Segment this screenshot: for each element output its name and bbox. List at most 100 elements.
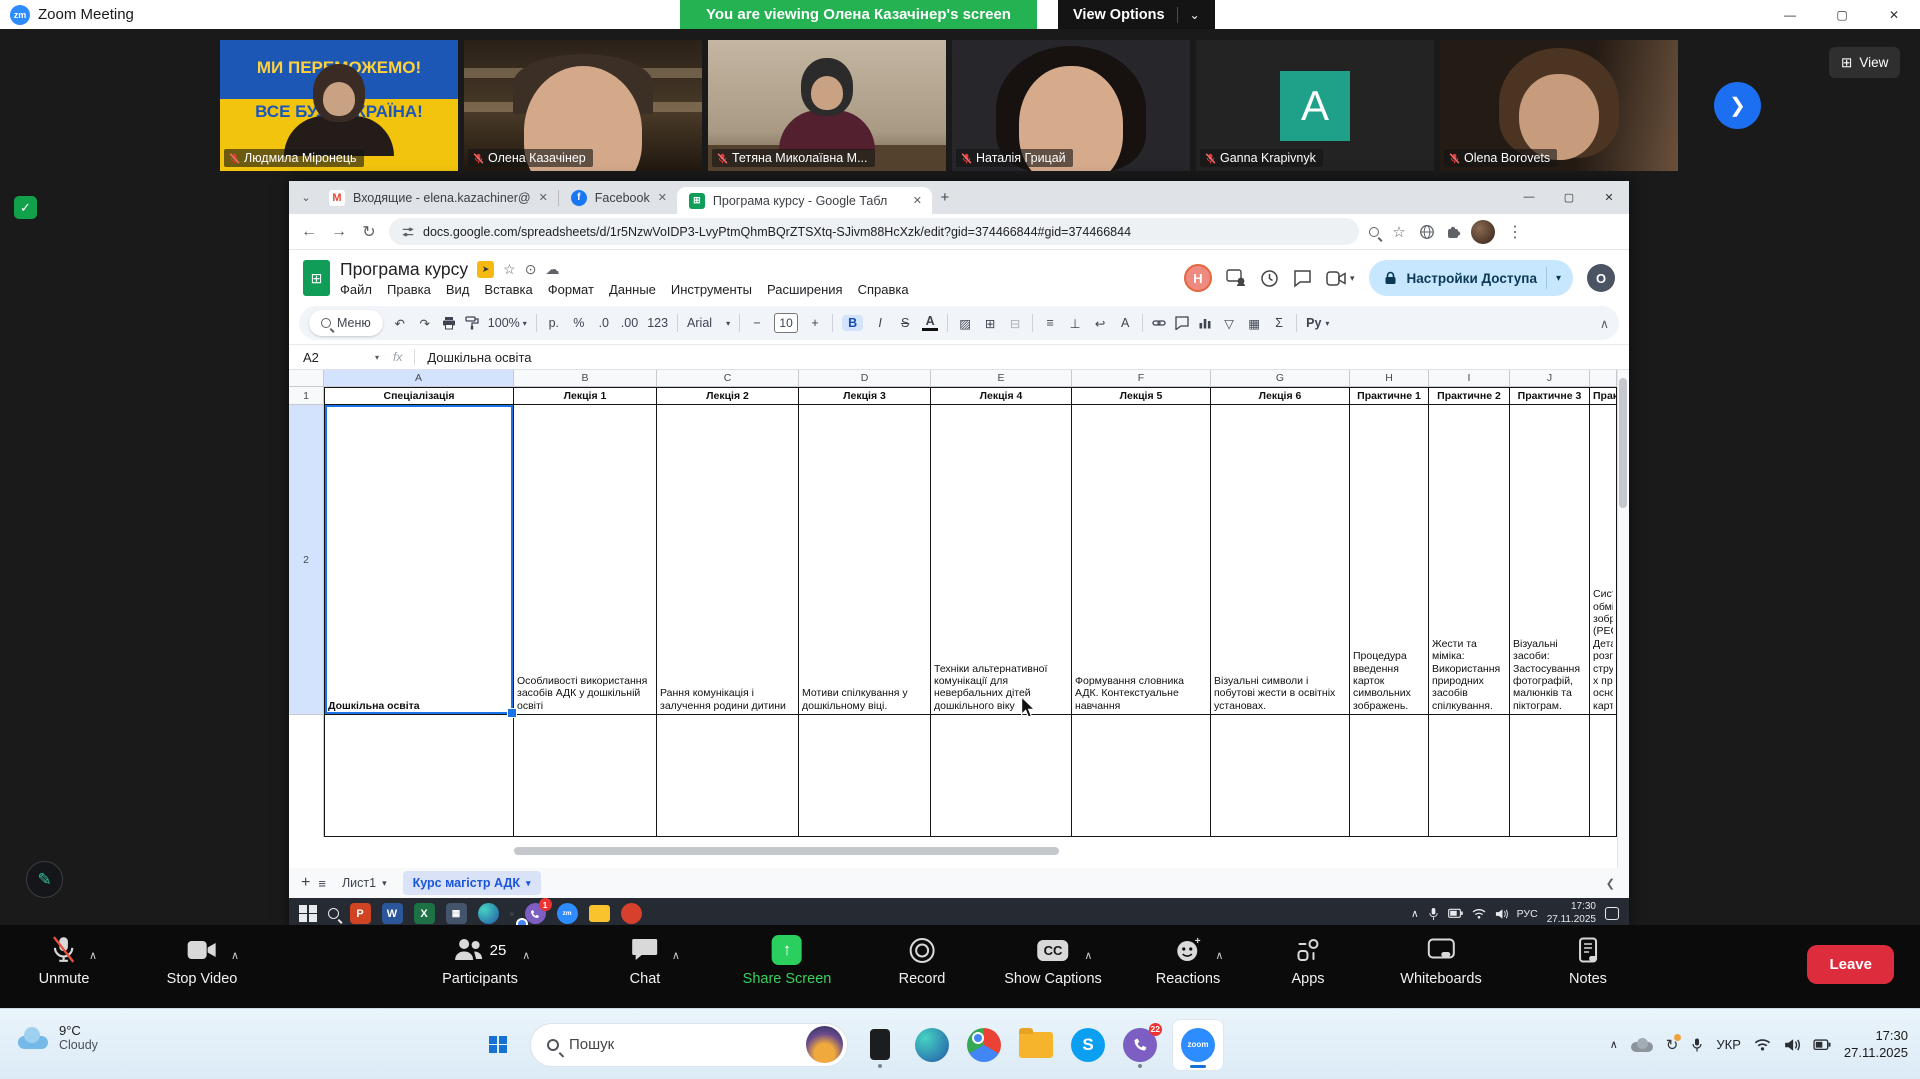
cell-F2[interactable]: Формування словника АДК. Контекстуальне … [1072,405,1211,715]
apps-button[interactable]: Apps [1291,935,1324,987]
browser-close-button[interactable]: ✕ [1589,191,1629,204]
cell-H1[interactable]: Практичне 1 [1350,387,1429,405]
mic-tray-icon[interactable] [1428,907,1439,921]
sync-update-icon[interactable]: ↻ [1666,1036,1679,1054]
chat-button[interactable]: ∧ Chat [630,935,661,987]
extensions-icon[interactable] [1445,224,1461,240]
functions-button[interactable]: Σ [1271,316,1287,330]
host-clock[interactable]: 17:30 27.11.2025 [1844,1028,1908,1062]
redo-button[interactable]: ↷ [417,316,433,331]
cell-A2-selected[interactable]: Дошкільна освіта [324,405,514,715]
cell-G1[interactable]: Лекція 6 [1211,387,1350,405]
version-history-icon[interactable] [1260,269,1279,288]
sheet-tab-list1[interactable]: Лист1 ▾ [334,876,395,890]
comments-icon[interactable] [1293,269,1312,288]
column-header-D[interactable]: D [799,370,931,387]
decrease-font-size-button[interactable]: − [749,316,765,330]
cell-K2-clipped[interactable]: Систе обмін зобра (PECS Детал розгл стру… [1590,405,1617,715]
edge-taskbar-icon[interactable] [912,1021,952,1069]
participant-video-6[interactable]: Olena Borovets [1440,40,1678,171]
participant-video-1[interactable]: МИ ПЕРЕМОЖЕМО! ВСЕ БУДЕ УКРАЇНА! Людмила… [220,40,458,171]
cell-C2[interactable]: Рання комунікація і залучення родини дит… [657,405,799,715]
empty-cell[interactable] [324,715,514,837]
row-gutter-empty[interactable] [289,715,324,837]
maximize-button[interactable]: ▢ [1816,0,1868,29]
vertical-scrollbar-thumb[interactable] [1619,378,1627,508]
site-settings-icon[interactable] [401,225,415,239]
word-icon[interactable]: W [382,903,403,924]
name-box[interactable]: A2 [289,350,375,365]
strikethrough-button[interactable]: S [897,316,913,330]
cell-I1[interactable]: Практичне 2 [1429,387,1510,405]
cell-D1[interactable]: Лекція 3 [799,387,931,405]
menu-file[interactable]: Файл [340,282,372,297]
notes-button[interactable]: Notes [1569,935,1607,987]
caret-down-icon[interactable]: ▾ [1556,273,1567,284]
participant-video-3[interactable]: Тетяна Миколаївна М... [708,40,946,171]
empty-cell[interactable] [931,715,1072,837]
cell-F1[interactable]: Лекція 5 [1072,387,1211,405]
annotation-pencil-tool[interactable]: ✎ [26,861,63,898]
forward-button[interactable]: → [329,223,349,241]
taskbar-search-box[interactable]: Пошук [530,1023,848,1067]
cell-I2[interactable]: Жести та міміка: Використання природних … [1429,405,1510,715]
participants-button[interactable]: 25 ∧ Participants [442,935,518,987]
keyboard-language[interactable]: РУС [1517,908,1538,920]
collaborator-avatar[interactable]: H [1184,264,1212,292]
minimize-button[interactable]: — [1764,0,1816,29]
empty-cell[interactable] [657,715,799,837]
show-captions-button[interactable]: CC ∧ Show Captions [1004,935,1102,987]
horizontal-scrollbar-thumb[interactable] [514,847,1059,855]
input-tools-button[interactable]: Ру ▾ [1306,316,1329,330]
leave-meeting-button[interactable]: Leave [1807,945,1894,984]
account-avatar[interactable]: O [1587,264,1615,292]
row-header-1[interactable]: 1 [289,387,324,405]
hidden-icons-chevron[interactable]: ∧ [1411,908,1419,920]
viber-taskbar-icon[interactable]: 22 [1120,1021,1160,1069]
fill-color-button[interactable]: ▨ [957,316,973,331]
paint-format-button[interactable] [465,316,479,330]
bold-button-active[interactable]: B [842,315,863,331]
pivot-table-button[interactable]: ▦ [1246,316,1262,331]
empty-cell[interactable] [1211,715,1350,837]
italic-button[interactable]: I [872,316,888,330]
sheet-tab-kurs-active[interactable]: Курс магістр АДК ▾ [403,871,541,895]
menu-format[interactable]: Формат [548,282,594,297]
tab-search-chevron[interactable]: ⌄ [295,191,317,204]
chrome-taskbar-icon[interactable] [964,1021,1004,1069]
participants-options-caret[interactable]: ∧ [522,949,530,962]
reactions-button[interactable]: + ∧ Reactions [1156,935,1220,987]
viber-icon[interactable]: 1 [525,903,546,924]
battery-tray-icon[interactable] [1813,1039,1831,1051]
share-access-button[interactable]: Настройки Доступа ▾ [1369,260,1573,296]
empty-cell[interactable] [1590,715,1617,837]
search-highlight-image[interactable] [806,1026,843,1063]
present-icon[interactable] [1226,269,1246,287]
browser-minimize-button[interactable]: — [1509,191,1549,204]
reload-button[interactable]: ↻ [359,222,379,242]
font-size-input[interactable]: 10 [774,313,798,333]
address-bar[interactable]: docs.google.com/spreadsheets/d/1r5NzwVoI… [389,218,1359,245]
bookmark-star-icon[interactable]: ☆ [1389,223,1409,241]
record-button[interactable]: Record [899,935,946,987]
chrome-icon-active[interactable] [510,912,514,916]
font-select[interactable]: Arial ▾ [687,316,730,330]
cell-K1-clipped[interactable]: Прак [1590,387,1617,405]
text-color-button[interactable]: A [922,315,938,332]
name-box-caret[interactable]: ▾ [375,353,379,362]
menu-edit[interactable]: Правка [387,282,431,297]
more-formats-button[interactable]: 123 [647,316,668,330]
increase-decimals-button[interactable]: .00 [621,316,638,330]
excel-icon[interactable]: X [414,903,435,924]
column-header-F[interactable]: F [1072,370,1211,387]
close-tab-icon[interactable]: ✕ [913,194,922,207]
calculator-icon[interactable]: ▦ [446,903,467,924]
browser-tab-gmail[interactable]: M Входящие - elena.kazachiner@ ✕ [317,181,558,214]
close-tab-icon[interactable]: ✕ [539,191,548,204]
view-options-button[interactable]: View Options ⌄ [1058,0,1215,29]
column-header-A[interactable]: A [324,370,514,387]
menu-insert[interactable]: Вставка [484,282,532,297]
increase-font-size-button[interactable]: + [807,316,823,330]
notification-center-icon[interactable] [1605,907,1619,920]
participant-video-5[interactable]: A Ganna Krapivnyk [1196,40,1434,171]
